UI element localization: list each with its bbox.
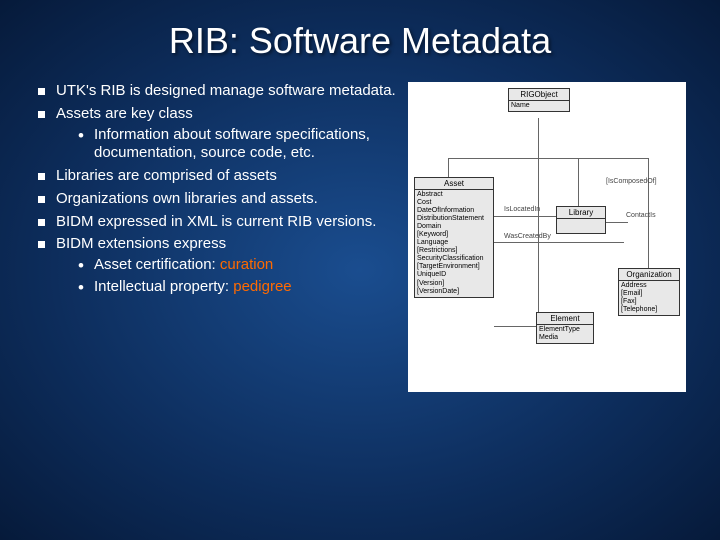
class-name: Organization bbox=[619, 269, 679, 281]
bullet-item: BIDM extensions express Asset certificat… bbox=[30, 235, 400, 296]
diagram-line bbox=[494, 216, 556, 217]
class-box-library: Library bbox=[556, 206, 606, 234]
bullet-item: Organizations own libraries and assets. bbox=[30, 190, 400, 209]
slide-body: UTK's RIB is designed manage software me… bbox=[30, 82, 690, 392]
bullet-text: BIDM extensions express bbox=[56, 235, 226, 252]
diagram-line bbox=[448, 158, 449, 178]
bullet-list: UTK's RIB is designed manage software me… bbox=[30, 82, 400, 297]
class-name: Asset bbox=[415, 178, 493, 190]
relation-label: ContactIs bbox=[626, 212, 656, 219]
text-column: UTK's RIB is designed manage software me… bbox=[30, 82, 400, 392]
highlight-text: pedigree bbox=[233, 278, 291, 295]
diagram-line bbox=[606, 222, 628, 223]
diagram-line bbox=[494, 326, 538, 327]
slide: RIB: Software Metadata UTK's RIB is desi… bbox=[0, 0, 720, 540]
diagram-line bbox=[494, 242, 624, 243]
class-box-organization: Organization Address[Email][Fax][Telepho… bbox=[618, 268, 680, 316]
relation-label: IsLocatedIn bbox=[504, 206, 540, 213]
bullet-text: Assets are key class bbox=[56, 105, 193, 122]
class-attrs: AbstractCostDateOfInformationDistributio… bbox=[415, 190, 493, 297]
relation-label: [IsComposedOf] bbox=[606, 178, 657, 185]
class-name: Library bbox=[557, 207, 605, 219]
class-attrs: ElementTypeMedia bbox=[537, 325, 593, 343]
slide-title: RIB: Software Metadata bbox=[30, 20, 690, 62]
class-name: RIGObject bbox=[509, 89, 569, 101]
bullet-item: Libraries are comprised of assets bbox=[30, 167, 400, 186]
class-attrs: Address[Email][Fax][Telephone] bbox=[619, 281, 679, 315]
class-attrs: Name bbox=[509, 101, 569, 111]
class-attrs bbox=[557, 219, 605, 221]
bullet-item: Assets are key class Information about s… bbox=[30, 105, 400, 163]
bullet-item: UTK's RIB is designed manage software me… bbox=[30, 82, 400, 101]
diagram-line bbox=[578, 158, 579, 206]
diagram-line bbox=[538, 118, 539, 158]
sub-bullet-item: Information about software specification… bbox=[78, 126, 400, 164]
sub-bullet-text: Intellectual property: bbox=[94, 278, 233, 295]
highlight-text: curation bbox=[220, 256, 273, 273]
sub-bullet-item: Intellectual property: pedigree bbox=[78, 278, 400, 297]
sub-bullet-text: Asset certification: bbox=[94, 256, 220, 273]
class-box-element: Element ElementTypeMedia bbox=[536, 312, 594, 344]
class-box-rigobject: RIGObject Name bbox=[508, 88, 570, 112]
class-box-asset: Asset AbstractCostDateOfInformationDistr… bbox=[414, 177, 494, 298]
bullet-item: BIDM expressed in XML is current RIB ver… bbox=[30, 213, 400, 232]
diagram-line bbox=[448, 158, 648, 159]
relation-label: WasCreatedBy bbox=[504, 233, 551, 240]
sub-bullet-item: Asset certification: curation bbox=[78, 256, 400, 275]
uml-diagram: RIGObject Name Asset AbstractCostDateOfI… bbox=[408, 82, 686, 392]
class-name: Element bbox=[537, 313, 593, 325]
